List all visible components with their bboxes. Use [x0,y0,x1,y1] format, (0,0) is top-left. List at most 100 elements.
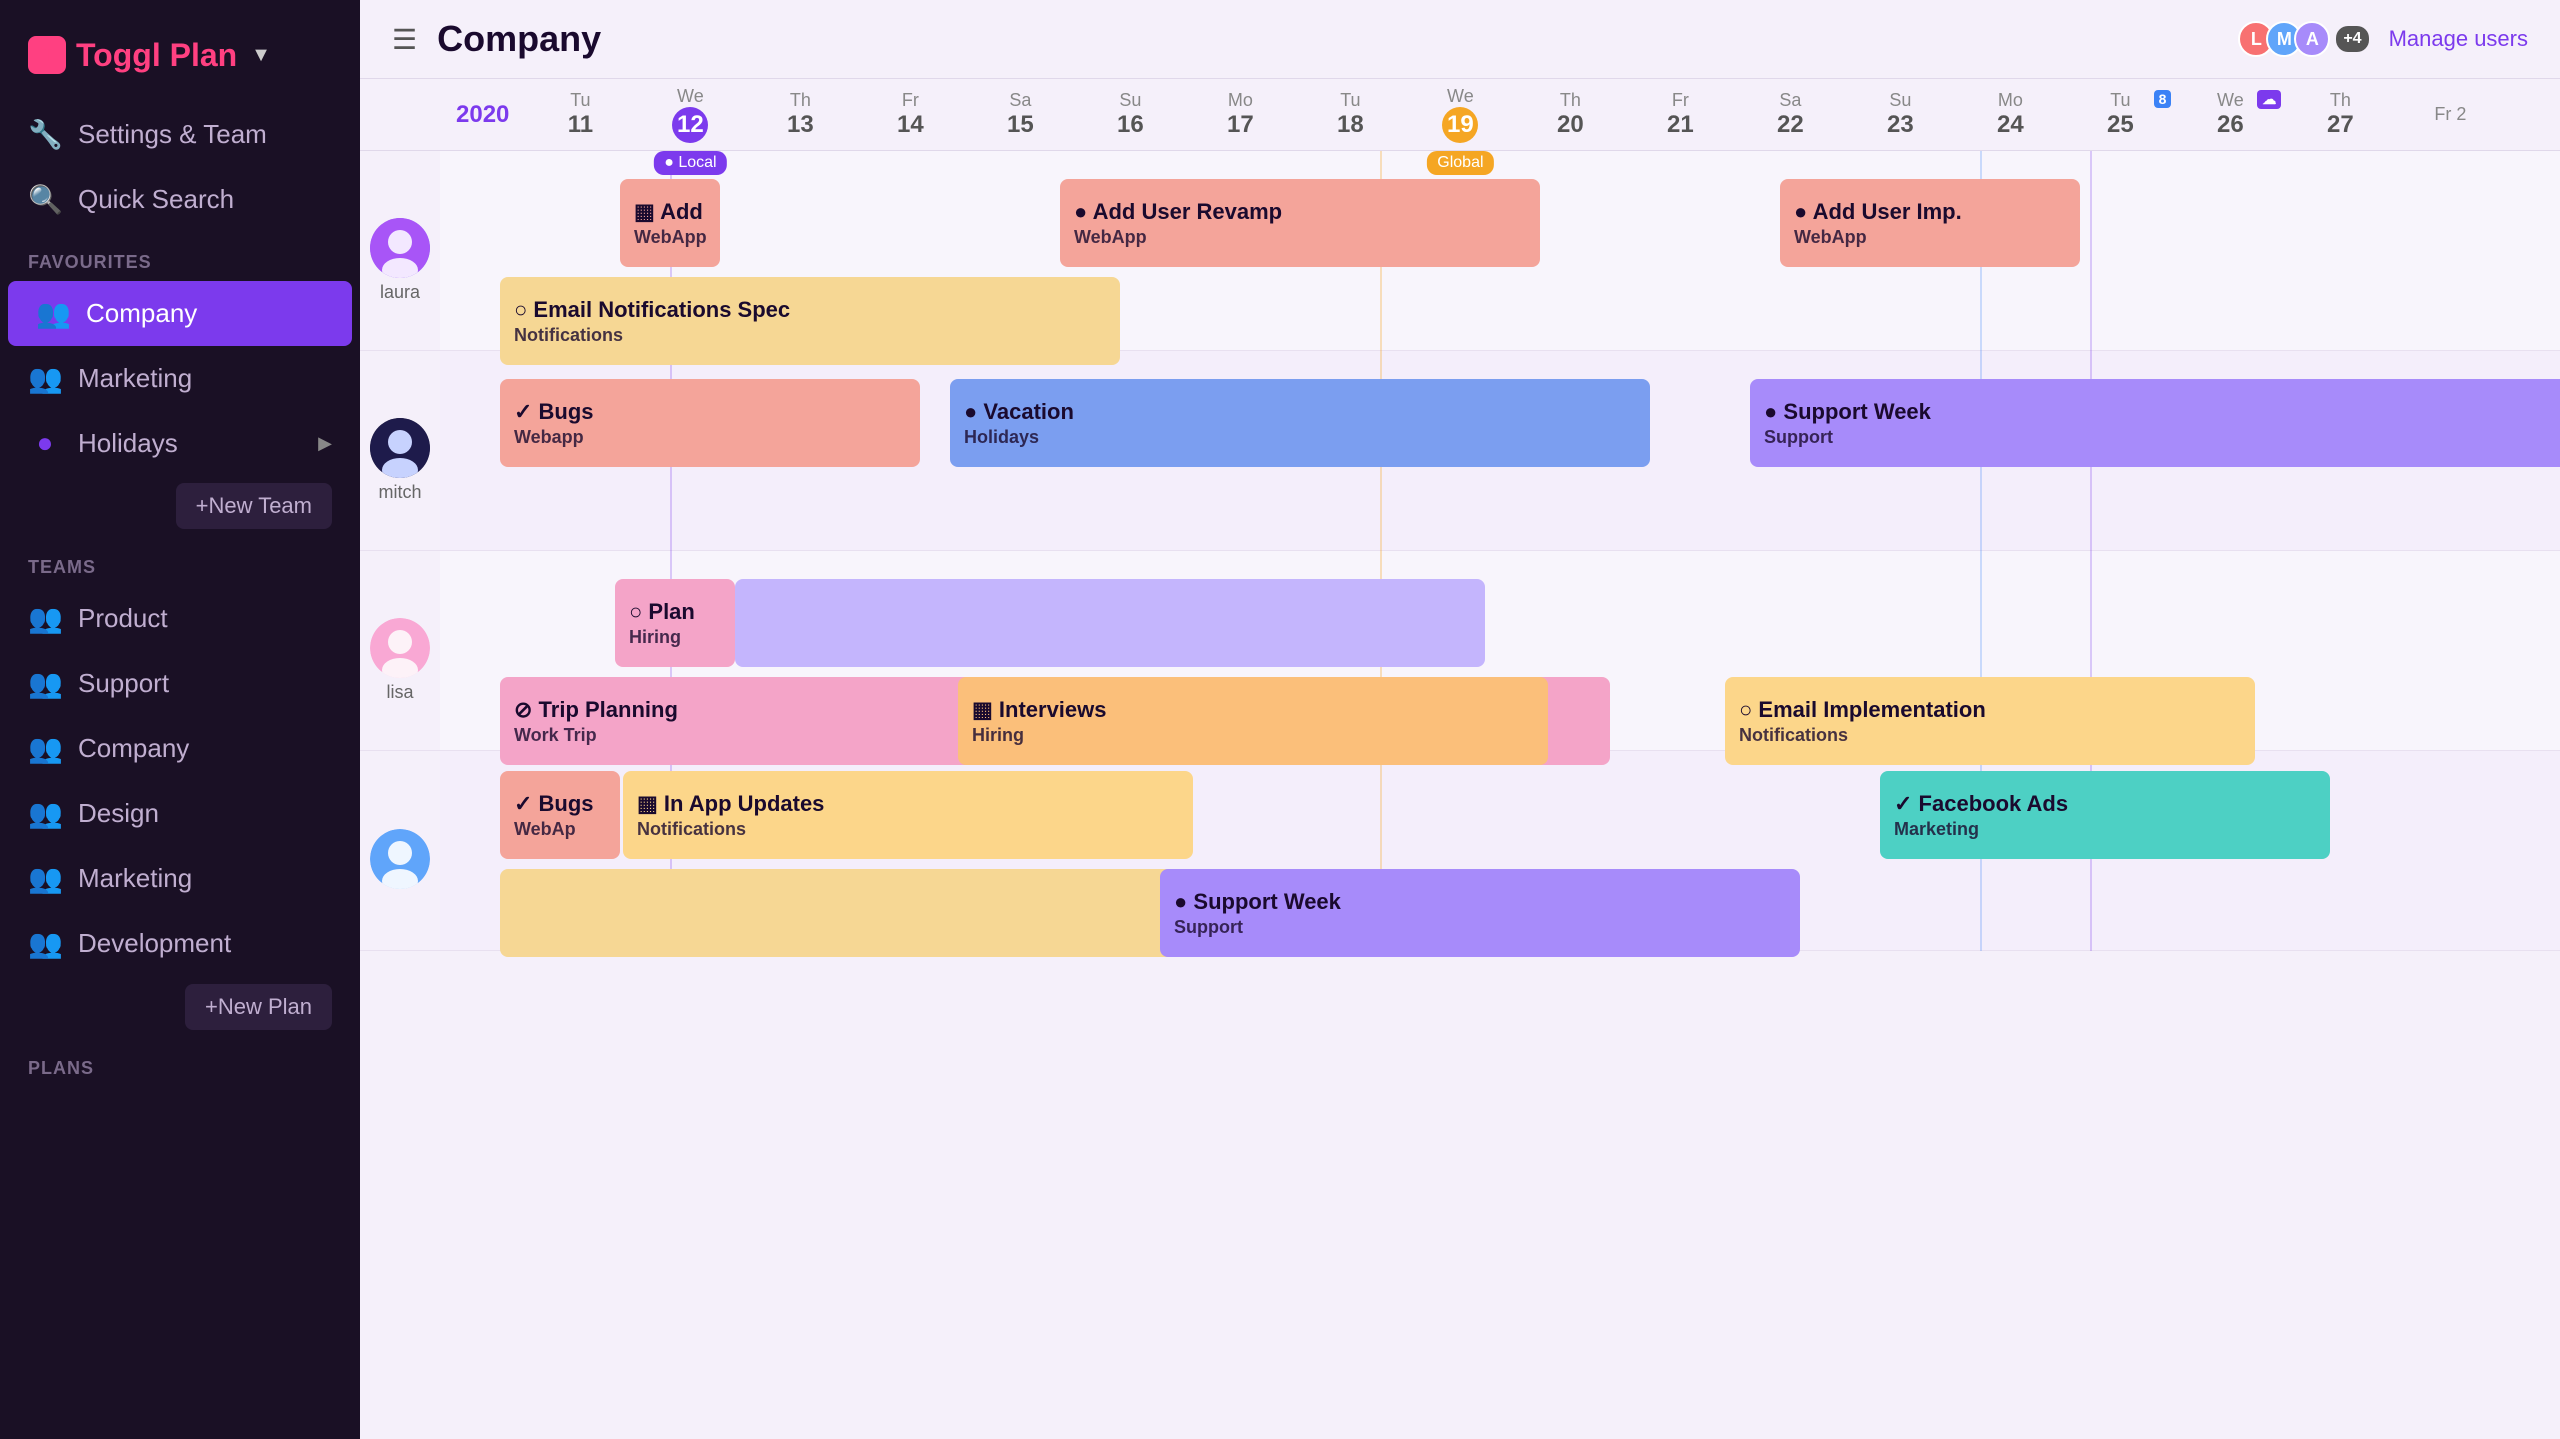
task-bugs-webapp[interactable]: ✓ Bugs Webapp [500,379,920,467]
user-column: laura mitch lisa [360,79,440,1439]
menu-icon[interactable]: ☰ [392,23,417,56]
user-row-4 [360,751,440,951]
task-support-week-4[interactable]: ● Support Week Support [1160,869,1800,957]
user-name-laura: laura [380,282,420,303]
task-add-user-revamp[interactable]: ● Add User Revamp WebApp [1060,179,1540,267]
task-email-impl[interactable]: ○ Email Implementation Notifications [1725,677,2255,765]
global-line [1380,151,1382,951]
task-vacation[interactable]: ● Vacation Holidays [950,379,1650,467]
avatar-laura [370,218,430,278]
task-in-app-updates[interactable]: ▦ In App Updates Notifications [623,771,1193,859]
date-tu25: Tu 25 8 [2065,86,2175,143]
page-title: Company [437,18,601,60]
task-facebook-ads[interactable]: ✓ Facebook Ads Marketing [1880,771,2330,859]
settings-label: Settings & Team [78,119,267,150]
settings-team-item[interactable]: 🔧 Settings & Team [0,102,360,167]
task-add-webapp[interactable]: ▦ Add WebApp [620,179,720,267]
team-icon-marketing: 👥 [28,862,62,895]
app-title: Toggl Plan [76,37,237,74]
sidebar-item-holidays-fav[interactable]: ● Holidays ▶ [0,411,360,475]
holidays-expand-icon[interactable]: ▶ [318,433,332,454]
avatar-mitch [370,418,430,478]
plans-label: PLANS [0,1038,360,1087]
avatar-4 [370,829,430,889]
task-interviews[interactable]: ▦ Interviews Hiring [958,677,1548,765]
we26-badge: ☁ [2257,90,2281,109]
year-label: 2020 [440,101,525,129]
company-fav-label: Company [86,298,197,329]
team-icon-2: 👥 [28,362,62,395]
date-tu11: Tu 11 [525,86,635,143]
sidebar-item-company-team[interactable]: 👥 Company [0,716,360,781]
sidebar-item-design[interactable]: 👥 Design [0,781,360,846]
company-team-label: Company [78,733,189,764]
circle-icon: ● [28,427,62,459]
avatar-group: L M A +4 [2238,21,2368,57]
global-tooltip: Global [1427,151,1493,175]
new-plan-button[interactable]: +New Plan [185,984,332,1030]
team-icon: 👥 [36,297,70,330]
main-content: ☰ Company L M A +4 Manage users laura [360,0,2560,1439]
sidebar-item-development[interactable]: 👥 Development [0,911,360,976]
product-label: Product [78,603,168,634]
date-su16: Su 16 [1075,86,1185,143]
header-right: L M A +4 Manage users [2238,21,2528,57]
settings-icon: 🔧 [28,118,62,151]
team-icon-company: 👥 [28,732,62,765]
search-icon: 🔍 [28,183,62,216]
team-icon-support: 👥 [28,667,62,700]
date-sa22: Sa 22 [1735,86,1845,143]
teams-label: TEAMS [0,537,360,586]
sidebar-item-support[interactable]: 👥 Support [0,651,360,716]
team-icon-product: 👥 [28,602,62,635]
local-tooltip: ● Local [654,151,726,175]
new-team-button[interactable]: +New Team [176,483,332,529]
timeline-row-4: ✓ Bugs WebAp ▦ In App Updates Notificati… [440,751,2560,951]
date-tu18: Tu 18 [1295,86,1405,143]
sidebar-item-marketing-team[interactable]: 👥 Marketing [0,846,360,911]
development-label: Development [78,928,231,959]
app-logo[interactable]: T Toggl Plan ▼ [0,20,360,102]
avatar-lisa [370,618,430,678]
marketing-fav-label: Marketing [78,363,192,394]
date-th27: Th 27 [2285,86,2395,143]
marketing-team-label: Marketing [78,863,192,894]
task-purple-bar[interactable] [735,579,1485,667]
date-sa15: Sa 15 [965,86,1075,143]
task-bugs-webapp-2[interactable]: ✓ Bugs WebAp [500,771,620,859]
user-name-mitch: mitch [378,482,421,503]
quick-search-item[interactable]: 🔍 Quick Search [0,167,360,232]
design-label: Design [78,798,159,829]
header-left: ☰ Company [392,18,601,60]
calendar-area[interactable]: 2020 Tu 11 We 12 ● Local Th 13 [440,79,2560,1439]
date-header: 2020 Tu 11 We 12 ● Local Th 13 [440,79,2560,151]
date-we26: We 26 ☁ [2175,86,2285,143]
date-th13: Th 13 [745,86,855,143]
task-add-user-imp[interactable]: ● Add User Imp. WebApp [1780,179,2080,267]
quick-search-label: Quick Search [78,184,234,215]
logo-chevron[interactable]: ▼ [251,44,271,67]
team-icon-design: 👥 [28,797,62,830]
logo-icon: T [28,36,66,74]
date-fr21: Fr 21 [1625,86,1735,143]
avatar-count: +4 [2336,26,2368,52]
sidebar-item-company-fav[interactable]: 👥 Company [8,281,352,346]
header: ☰ Company L M A +4 Manage users [360,0,2560,79]
timeline-row-laura: ▦ Add WebApp ● Add User Revamp WebApp ○ … [440,151,2560,351]
sidebar-item-marketing-fav[interactable]: 👥 Marketing [0,346,360,411]
manage-users-link[interactable]: Manage users [2389,26,2528,52]
task-email-notif-spec[interactable]: ○ Email Notifications Spec Notifications [500,277,1120,365]
date-th20: Th 20 [1515,86,1625,143]
holidays-fav-label: Holidays [78,428,178,459]
support-label: Support [78,668,169,699]
date-header-spacer [360,79,440,151]
sidebar-item-product[interactable]: 👥 Product [0,586,360,651]
task-plan-hiring[interactable]: ○ Plan Hiring [615,579,735,667]
user-row-laura: laura [360,151,440,351]
user-name-lisa: lisa [386,682,413,703]
date-mo17: Mo 17 [1185,86,1295,143]
task-support-week-mitch[interactable]: ● Support Week Support [1750,379,2560,467]
date-fr28: Fr 2 [2395,100,2505,129]
timeline-row-mitch: ✓ Bugs Webapp ● Vacation Holidays ● Supp… [440,351,2560,551]
date-mo24: Mo 24 [1955,86,2065,143]
